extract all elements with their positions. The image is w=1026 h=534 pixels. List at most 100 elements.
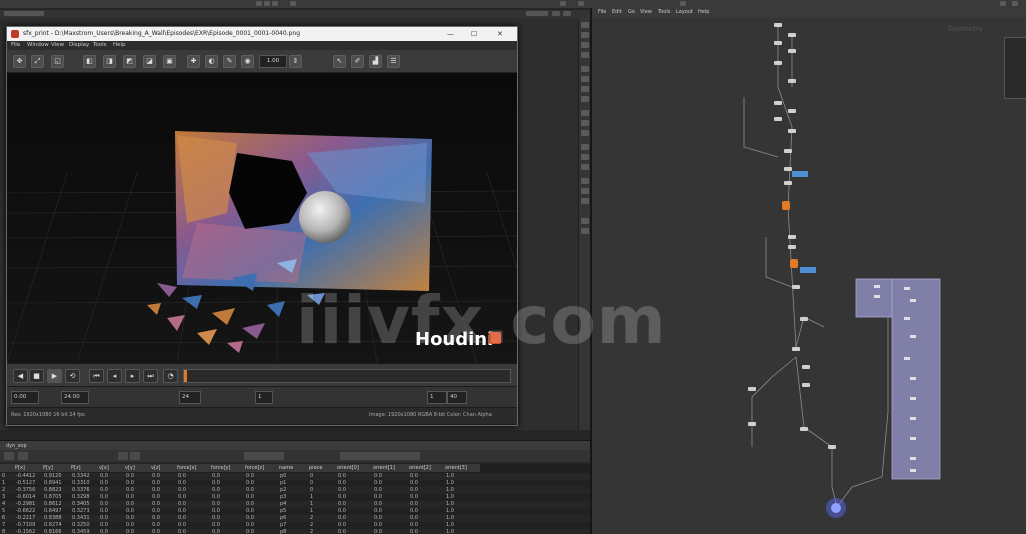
last-frame-button[interactable]: ⏭ [143,369,158,383]
stop-button[interactable]: ■ [29,369,44,383]
pane-menu-icon[interactable] [560,1,566,6]
column-header[interactable]: force[y] [210,464,244,472]
column-header[interactable]: orient[1] [372,464,408,472]
zoom-field[interactable]: 1.00 [259,55,287,68]
column-header[interactable]: name [278,464,308,472]
channel-tool-icon[interactable]: ◨ [103,55,116,68]
fps-field[interactable]: 24 [179,391,201,404]
column-header[interactable]: v[z] [150,464,176,472]
node[interactable] [910,299,916,302]
next-frame-button[interactable]: ▸ [125,369,140,383]
node[interactable] [788,129,796,133]
histogram-icon[interactable]: ▟ [369,55,382,68]
node[interactable] [788,49,796,53]
color-tool-icon[interactable]: ◉ [241,55,254,68]
node[interactable] [800,317,808,321]
display-option-icon[interactable] [581,86,589,92]
node[interactable] [904,357,910,360]
play-reverse-button[interactable]: ◀ [13,369,28,383]
start-frame-field[interactable]: 0.00 [11,391,39,404]
channel-tool-icon[interactable]: ◧ [83,55,96,68]
viewport-layout-icon[interactable] [264,1,270,6]
view-tool-icon[interactable]: ◱ [51,55,64,68]
pane-menu-icon[interactable] [1012,1,1018,6]
range-start-field[interactable]: 1 [427,391,447,404]
node[interactable] [788,33,796,37]
display-option-icon[interactable] [581,66,589,72]
end-time-field[interactable]: 24.00 [61,391,89,404]
channel-tool-icon[interactable]: ▣ [163,55,176,68]
display-option-icon[interactable] [581,130,589,136]
table-row[interactable]: 8 -0.1562 0.8166 0.3459 0.0 0.0 0.0 0.0 0.0 0.0 p8… [0,529,590,534]
node[interactable] [748,422,756,426]
spreadsheet-tab[interactable]: dyn_sop [6,443,27,449]
node[interactable] [800,427,808,431]
net-menu-layout[interactable]: Layout [676,9,693,15]
channel-tool-icon[interactable]: ◪ [143,55,156,68]
attribute-filter-field[interactable] [340,452,420,460]
column-header[interactable]: v[x] [98,464,124,472]
viewport-layout-icon[interactable] [272,1,278,6]
net-menu-help[interactable]: Help [698,9,709,15]
view-tool-icon[interactable]: ⤢ [31,55,44,68]
table-row[interactable]: 7 -0.7109 0.8274 0.3250 0.0 0.0 0.0 0.0 0.0 0.0 p7… [0,522,590,529]
column-header[interactable]: piece [308,464,336,472]
color-tool-icon[interactable]: ◐ [205,55,218,68]
view-mode-icon[interactable] [118,452,128,460]
net-menu-go[interactable]: Go [628,9,635,15]
net-menu-view[interactable]: View [640,9,652,15]
node[interactable] [784,167,792,171]
display-option-icon[interactable] [581,96,589,102]
realtime-icon[interactable]: ◔ [163,369,178,383]
table-row[interactable]: 4 -0.2981 0.8612 0.3405 0.0 0.0 0.0 0.0 0.0 0.0 p4… [0,501,590,508]
display-option-icon[interactable] [581,42,589,48]
maximize-button[interactable]: ☐ [471,30,477,38]
display-option-icon[interactable] [581,218,589,224]
net-menu-tools[interactable]: Tools [658,9,670,15]
node[interactable] [874,285,880,288]
network-pane-icon[interactable] [680,1,686,6]
column-header[interactable]: force[z] [244,464,278,472]
color-tool-icon[interactable]: ✎ [223,55,236,68]
display-option-icon[interactable] [581,154,589,160]
view-tool-icon[interactable]: ✥ [13,55,26,68]
zoom-step-icon[interactable]: ⇕ [289,55,302,68]
orange-node[interactable] [782,201,790,210]
node[interactable] [802,383,810,387]
scene-view-tab[interactable] [4,11,44,16]
column-header[interactable]: orient[2] [408,464,444,472]
net-menu-file[interactable]: File [598,9,606,15]
options-icon[interactable]: ☰ [387,55,400,68]
geometry-type-icon[interactable] [18,452,28,460]
display-option-icon[interactable] [581,164,589,170]
node[interactable] [748,387,756,391]
node[interactable] [788,245,796,249]
blue-sticky-note[interactable] [800,267,816,273]
column-header[interactable] [0,464,14,472]
menu-tools[interactable]: Tools [93,42,107,48]
menu-file[interactable]: File [11,42,20,48]
display-option-icon[interactable] [581,178,589,184]
display-option-icon[interactable] [581,188,589,194]
column-header[interactable]: orient[0] [336,464,372,472]
node[interactable] [910,377,916,380]
table-row[interactable]: 2 -0.3756 0.8823 0.3376 0.0 0.0 0.0 0.0 0.0 0.0 p2… [0,487,590,494]
first-frame-button[interactable]: ⏮ [89,369,104,383]
display-option-icon[interactable] [581,144,589,150]
display-option-icon[interactable] [581,120,589,126]
node[interactable] [792,285,800,289]
menu-help[interactable]: Help [113,42,126,48]
range-end-field[interactable]: 40 [447,391,467,404]
prev-frame-button[interactable]: ◂ [107,369,122,383]
node[interactable] [874,295,880,298]
timeline-playhead[interactable] [184,370,187,382]
node[interactable] [802,365,810,369]
table-row[interactable]: 5 -0.6622 0.8497 0.3273 0.0 0.0 0.0 0.0 0.0 0.0 p5… [0,508,590,515]
node[interactable] [784,181,792,185]
menu-window[interactable]: Window [27,42,49,48]
node[interactable] [910,437,916,440]
blue-sticky-note[interactable] [792,171,808,177]
group-filter-field[interactable] [244,452,284,460]
display-option-icon[interactable] [581,198,589,204]
node[interactable] [788,235,796,239]
